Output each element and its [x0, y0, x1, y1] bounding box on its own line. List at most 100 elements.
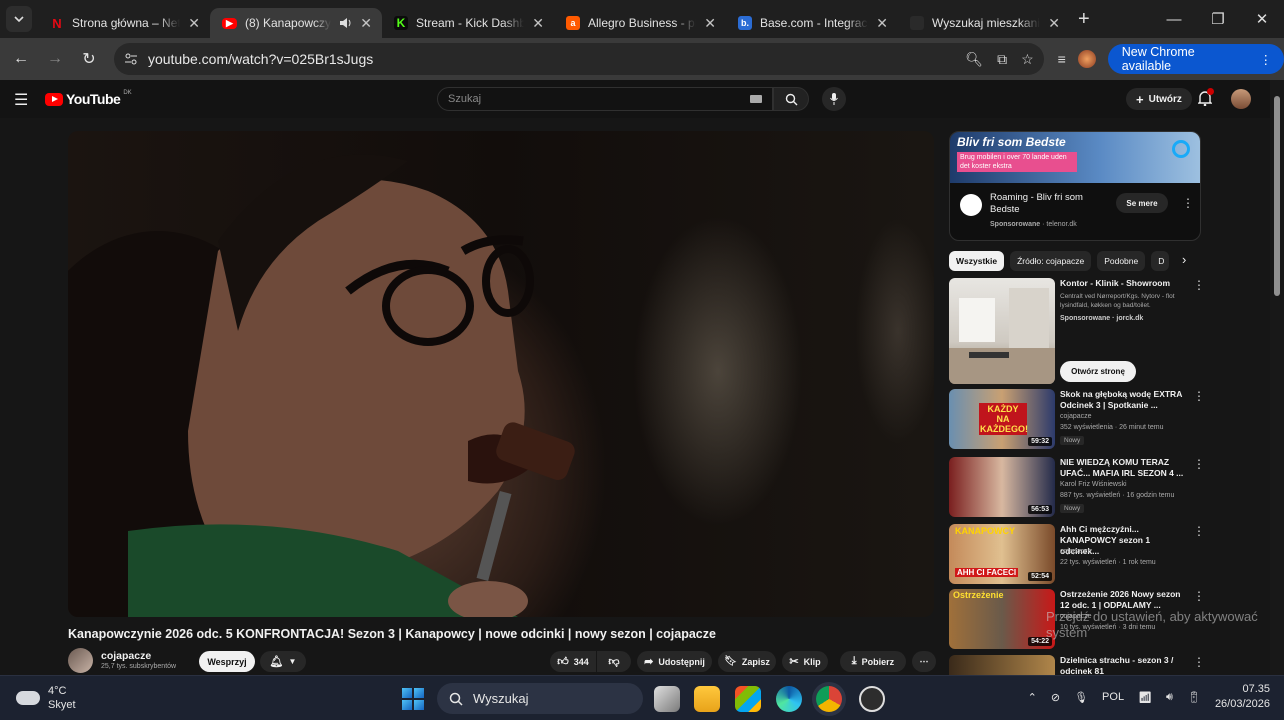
address-bar[interactable]: youtube.com/watch?v=025Br1sJugs 🔍︎ ⧉ ☆: [113, 43, 1044, 75]
volume-icon[interactable]: 🔊︎: [1166, 691, 1173, 704]
chevron-up-icon[interactable]: ⌃: [1028, 691, 1037, 704]
create-button[interactable]: + Utwórz: [1126, 88, 1192, 110]
keyboard-icon[interactable]: [750, 95, 762, 103]
battery-icon[interactable]: 🔋︎: [1187, 691, 1201, 704]
recommendation-menu-icon[interactable]: ⋮: [1193, 389, 1205, 403]
more-menu-icon[interactable]: ⋮: [1259, 52, 1272, 67]
task-view-icon[interactable]: [654, 686, 680, 712]
bookmark-icon: 🔖︎: [724, 656, 737, 667]
store-icon[interactable]: [735, 686, 761, 712]
scrollbar-thumb[interactable]: [1274, 96, 1280, 296]
voice-search-button[interactable]: [822, 87, 846, 111]
zoom-icon[interactable]: 🔍︎: [965, 51, 983, 68]
tab-kick[interactable]: K Stream - Kick Dashbo ✕: [382, 8, 554, 38]
chip-all[interactable]: Wszystkie: [949, 251, 1005, 271]
reading-list-icon[interactable]: ≡: [1058, 51, 1066, 67]
recommendation-thumbnail[interactable]: Ostrzeżenie 54:22: [949, 589, 1055, 649]
recommendation-item[interactable]: KANAPOWCY AHH CI FACECI 52:54 Ahh Ci męż…: [949, 524, 1209, 586]
open-site-button[interactable]: Otwórz stronę: [1060, 361, 1136, 382]
tab-base[interactable]: b. Base.com - Integracje ✕: [726, 8, 898, 38]
temperature: 4°C: [48, 685, 67, 697]
weather-widget[interactable]: 4°C Skyet: [16, 684, 76, 712]
close-tab-icon[interactable]: ✕: [532, 15, 544, 32]
recommendation-item[interactable]: 56:53 NIE WIEDZĄ KOMU TERAZ UFAĆ... MAFI…: [949, 457, 1209, 519]
subscription-notifications-button[interactable]: 🔔︎ ▼: [260, 651, 306, 672]
file-explorer-icon[interactable]: [694, 686, 720, 712]
watch-page: Kanapowczynie 2026 odc. 5 KONFRONTACJA! …: [0, 118, 1270, 675]
chrome-icon[interactable]: [816, 686, 842, 712]
more-actions-button[interactable]: ⋯: [912, 651, 936, 672]
recommendation-title: NIE WIEDZĄ KOMU TERAZ UFAĆ... MAFIA IRL …: [1060, 457, 1184, 478]
menu-icon[interactable]: ☰: [14, 90, 28, 110]
language-indicator[interactable]: POL: [1102, 691, 1124, 703]
maximize-icon[interactable]: ❐: [1196, 0, 1240, 38]
forward-icon[interactable]: →: [38, 42, 72, 76]
tab-netflix[interactable]: N Strona główna – Netf ✕: [38, 8, 210, 38]
edge-icon[interactable]: [776, 686, 802, 712]
dislike-button[interactable]: 👎︎: [597, 651, 631, 672]
recommendation-title: Skok na głęboką wodę EXTRA Odcinek 3 | S…: [1060, 389, 1183, 410]
close-tab-icon[interactable]: ✕: [876, 15, 888, 32]
new-chrome-available-button[interactable]: New Chrome available ⋮: [1107, 44, 1284, 74]
see-more-button[interactable]: Se mere: [1116, 193, 1168, 213]
channel-name[interactable]: cojapacze: [101, 650, 151, 662]
recommendation-menu-icon[interactable]: ⋮: [1193, 589, 1205, 603]
chip-from-channel[interactable]: Źródło: cojapacze: [1010, 251, 1092, 271]
clock[interactable]: 07.35 26/03/2026: [1215, 682, 1270, 712]
chip-related[interactable]: Podobne: [1097, 251, 1146, 271]
ad-menu-icon[interactable]: ⋮: [1182, 196, 1194, 210]
youtube-logo[interactable]: YouTube DK: [45, 90, 132, 107]
wifi-icon[interactable]: 📶︎: [1138, 691, 1152, 704]
recommendation-thumbnail[interactable]: 56:53: [949, 457, 1055, 517]
reload-icon[interactable]: ↻: [72, 42, 106, 76]
start-button[interactable]: [402, 688, 424, 710]
recommendation-thumbnail[interactable]: [949, 278, 1055, 384]
recommendation-menu-icon[interactable]: ⋮: [1193, 524, 1205, 538]
new-tab-icon[interactable]: +: [1078, 8, 1090, 31]
recommendation-item[interactable]: Dzielnica strachu - sezon 3 / odcinek 81…: [949, 655, 1209, 675]
install-app-icon[interactable]: ⧉: [997, 51, 1007, 68]
search-input[interactable]: Szukaj: [437, 87, 773, 111]
recommendation-menu-icon[interactable]: ⋮: [1193, 457, 1205, 471]
network-off-icon[interactable]: ⊘: [1051, 691, 1060, 704]
page-scrollbar[interactable]: [1270, 80, 1284, 675]
recommendation-item[interactable]: KAŻDY NA KAŻDEGO! 59:32 Skok na głęboką …: [949, 389, 1209, 451]
video-player[interactable]: [68, 131, 934, 617]
tab-youtube[interactable]: ▶ (8) Kanapowczyni ✕: [210, 8, 382, 38]
microphone-icon[interactable]: 🎙︎: [1074, 691, 1088, 704]
tab-apartments[interactable]: Wyszukaj mieszkania ✕: [898, 8, 1070, 38]
recommendation-thumbnail[interactable]: KAŻDY NA KAŻDEGO! 59:32: [949, 389, 1055, 449]
save-button[interactable]: 🔖︎ Zapisz: [718, 651, 776, 672]
clip-button[interactable]: ✂ Klip: [782, 651, 828, 672]
support-button[interactable]: Wesprzyj: [199, 651, 255, 672]
recommendation-menu-icon[interactable]: ⋮: [1193, 655, 1205, 669]
account-avatar[interactable]: [1231, 89, 1251, 109]
ad-banner[interactable]: Bliv fri som Bedste Brug mobilen i over …: [950, 132, 1200, 183]
tab-allegro[interactable]: a Allegro Business - pla ✕: [554, 8, 726, 38]
recommendation-menu-icon[interactable]: ⋮: [1193, 278, 1205, 292]
app-icon[interactable]: [859, 686, 885, 712]
bookmark-star-icon[interactable]: ☆: [1021, 51, 1034, 68]
recommendation-thumbnail[interactable]: [949, 655, 1055, 675]
search-button[interactable]: [773, 87, 809, 111]
back-icon[interactable]: ←: [4, 42, 38, 76]
chevron-right-icon[interactable]: ›: [1182, 252, 1186, 267]
close-tab-icon[interactable]: ✕: [360, 15, 372, 32]
site-settings-icon[interactable]: [124, 53, 138, 65]
close-tab-icon[interactable]: ✕: [188, 15, 200, 32]
download-button[interactable]: ⤓ Pobierz: [840, 651, 906, 672]
tab-search-button[interactable]: [6, 6, 32, 32]
chip-more[interactable]: D: [1151, 251, 1170, 271]
speaker-icon[interactable]: [339, 17, 352, 29]
close-window-icon[interactable]: ✕: [1240, 0, 1284, 38]
extension-icon[interactable]: [1077, 50, 1096, 68]
sponsored-ad-card[interactable]: Bliv fri som Bedste Brug mobilen i over …: [949, 131, 1201, 241]
close-tab-icon[interactable]: ✕: [704, 15, 716, 32]
like-button[interactable]: 👍︎ 344: [550, 651, 596, 672]
channel-avatar[interactable]: [68, 648, 93, 673]
close-tab-icon[interactable]: ✕: [1048, 15, 1060, 32]
share-button[interactable]: ➦ Udostępnij: [637, 651, 712, 672]
recommendation-thumbnail[interactable]: KANAPOWCY AHH CI FACECI 52:54: [949, 524, 1055, 584]
taskbar-search[interactable]: Wyszukaj: [437, 683, 643, 714]
minimize-icon[interactable]: —: [1152, 0, 1196, 38]
